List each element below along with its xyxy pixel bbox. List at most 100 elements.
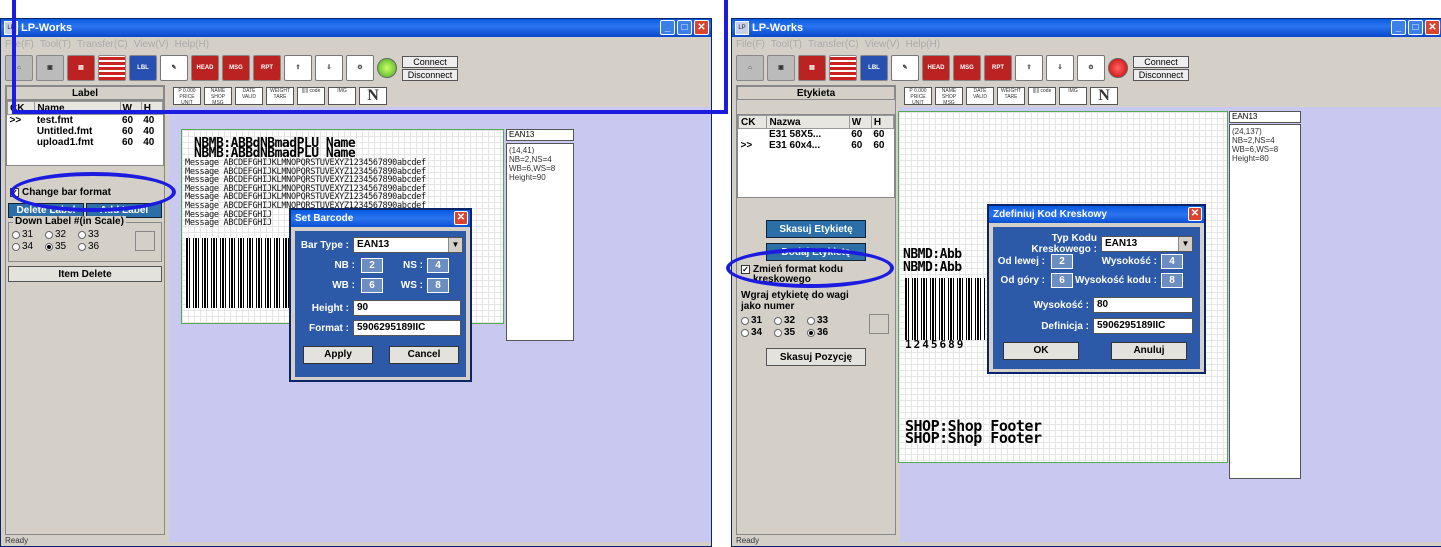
dialog-title: Set Barcode ✕ <box>291 210 470 227</box>
send-button[interactable] <box>869 314 889 334</box>
label-panel: Label CK Name W H >> test.fmt 60 40 Unti… <box>5 85 165 535</box>
barcode-icon[interactable]: ||||| code <box>1028 87 1056 105</box>
settings-icon[interactable]: ⚙ <box>1077 55 1105 81</box>
dialog-title: Zdefiniuj Kod Kreskowy ✕ <box>989 206 1204 223</box>
down-label-group: Wgraj etykietę do wagi jako numer 31 32 … <box>737 288 895 344</box>
cancel-button[interactable]: Anuluj <box>1111 342 1187 360</box>
item-delete-button[interactable]: Skasuj Pozycję <box>766 348 866 366</box>
format-input[interactable]: 5906295189IIC <box>353 320 461 336</box>
radio-33[interactable]: 33 <box>807 315 836 326</box>
image-icon[interactable]: IMG <box>1059 87 1087 105</box>
annotation-ellipse-right <box>726 248 894 288</box>
wb-field[interactable]: 6 <box>1051 273 1073 288</box>
ns-field[interactable]: 4 <box>1161 254 1183 269</box>
table-row[interactable]: >> test.fmt 60 40 <box>8 115 163 126</box>
chevron-down-icon: ▼ <box>1178 237 1192 251</box>
save-icon[interactable]: ▣ <box>767 55 795 81</box>
barcode-element[interactable] <box>905 278 985 340</box>
label-panel: Etykieta CK Nazwa W H E31 58X5... 60 60 … <box>736 85 896 535</box>
radio-32[interactable]: 32 <box>774 315 803 326</box>
disconnect-button[interactable]: Disconnect <box>1133 68 1189 81</box>
height-input[interactable]: 80 <box>1093 297 1193 313</box>
barcode-type-header: EAN13 <box>1229 111 1301 123</box>
send-button[interactable] <box>135 231 155 251</box>
paint-icon[interactable]: ✎ <box>891 55 919 81</box>
panel-title: Etykieta <box>737 86 895 100</box>
dialog-close-button[interactable]: ✕ <box>454 211 468 225</box>
dialog-close-button[interactable]: ✕ <box>1188 207 1202 221</box>
bar-type-select[interactable]: EAN13 ▼ <box>353 237 463 253</box>
col-h: H <box>870 115 895 129</box>
label-name-text-1[interactable]: NBMD:Abb <box>903 248 962 261</box>
table-row[interactable]: >> E31 60x4... 60 60 <box>739 140 894 151</box>
weight-icon[interactable]: WEIGHT TARE <box>997 87 1025 105</box>
report-icon[interactable]: RPT <box>984 55 1012 81</box>
menu-file[interactable]: File(F) <box>736 37 765 53</box>
item-delete-button[interactable]: Item Delete <box>8 266 162 282</box>
plu-icon[interactable]: ▤ <box>798 55 826 81</box>
date-icon[interactable]: DATE VALID <box>966 87 994 105</box>
status-bar: Ready <box>5 536 29 545</box>
barcode-digits: 1245689 <box>905 338 966 351</box>
apply-button[interactable]: Apply <box>303 346 373 364</box>
chevron-down-icon: ▼ <box>448 238 462 252</box>
label-icon[interactable]: LBL <box>860 55 888 81</box>
minimize-button[interactable]: _ <box>1391 20 1406 35</box>
radio-35[interactable]: 35 <box>45 241 74 252</box>
msg-icon[interactable]: MSG <box>953 55 981 81</box>
radio-36[interactable]: 36 <box>78 241 107 252</box>
bar-type-select[interactable]: EAN13 ▼ <box>1101 236 1193 252</box>
window-title: LP-Works <box>752 22 804 34</box>
footer-text-2[interactable]: SHOP:Shop Footer <box>905 431 1042 446</box>
ws-field[interactable]: 8 <box>427 278 449 293</box>
barcode-element[interactable] <box>186 238 296 308</box>
object-toolbar: P 0.000 PRICE UNIT NAME SHOP MSG DATE VA… <box>904 85 1118 107</box>
col-name: Nazwa <box>766 115 850 129</box>
table-row[interactable]: upload1.fmt 60 40 <box>8 137 163 148</box>
set-barcode-dialog: Zdefiniuj Kod Kreskowy ✕ Typ Kodu Kreskow… <box>987 204 1206 374</box>
cancel-button[interactable]: Cancel <box>389 346 459 364</box>
title-bar: LP LP-Works _ □ ✕ <box>732 19 1441 37</box>
menu-help[interactable]: Help(H) <box>906 37 940 53</box>
height-input[interactable]: 90 <box>353 300 461 316</box>
format-input[interactable]: 5906295189IIC <box>1093 318 1193 334</box>
connect-button[interactable]: Connect <box>1133 55 1189 68</box>
menu-view[interactable]: View(V) <box>865 37 900 53</box>
barcode-type-header: EAN13 <box>506 129 574 141</box>
name-shop-icon[interactable]: NAME SHOP MSG <box>935 87 963 105</box>
grid-icon[interactable] <box>829 55 857 81</box>
status-bar: Ready <box>736 536 760 545</box>
radio-36[interactable]: 36 <box>807 327 836 338</box>
ok-button[interactable]: OK <box>1003 342 1079 360</box>
annotation-frame <box>12 0 728 114</box>
open-icon[interactable]: ⌂ <box>736 55 764 81</box>
radio-33[interactable]: 33 <box>78 229 107 240</box>
col-w: W <box>848 115 872 129</box>
radio-34[interactable]: 34 <box>741 327 770 338</box>
ns-field[interactable]: 4 <box>427 258 449 273</box>
menu-transfer[interactable]: Transfer(C) <box>808 37 859 53</box>
down-label-group: Down Label #(in Scale) 31 32 33 34 35 36 <box>8 216 162 262</box>
radio-34[interactable]: 34 <box>12 241 41 252</box>
toolbar: ⌂ ▣ ▤ LBL ✎ HEAD MSG RPT ⇧ ⇩ ⚙ Connect D… <box>732 53 1441 83</box>
radio-31[interactable]: 31 <box>741 315 770 326</box>
table-row[interactable]: Untitled.fmt 60 40 <box>8 126 163 137</box>
maximize-button[interactable]: □ <box>1408 20 1423 35</box>
nb-field[interactable]: 2 <box>361 258 383 273</box>
head-shop-icon[interactable]: HEAD <box>922 55 950 81</box>
radio-32[interactable]: 32 <box>45 229 74 240</box>
close-button[interactable]: ✕ <box>1425 20 1440 35</box>
upload-icon[interactable]: ⇧ <box>1015 55 1043 81</box>
nb-field[interactable]: 2 <box>1051 254 1073 269</box>
label-name-text-2[interactable]: NBMD:Abb <box>903 261 962 274</box>
table-row[interactable]: E31 58X5... 60 60 <box>739 129 894 140</box>
download-icon[interactable]: ⇩ <box>1046 55 1074 81</box>
wb-field[interactable]: 6 <box>361 278 383 293</box>
delete-label-button[interactable]: Skasuj Etykietę <box>766 220 866 238</box>
ws-field[interactable]: 8 <box>1161 273 1183 288</box>
menu-tool[interactable]: Tool(T) <box>771 37 802 53</box>
radio-31[interactable]: 31 <box>12 229 41 240</box>
price-unit-icon[interactable]: P 0.000 PRICE UNIT <box>904 87 932 105</box>
radio-35[interactable]: 35 <box>774 327 803 338</box>
number-icon[interactable]: N <box>1090 87 1118 105</box>
